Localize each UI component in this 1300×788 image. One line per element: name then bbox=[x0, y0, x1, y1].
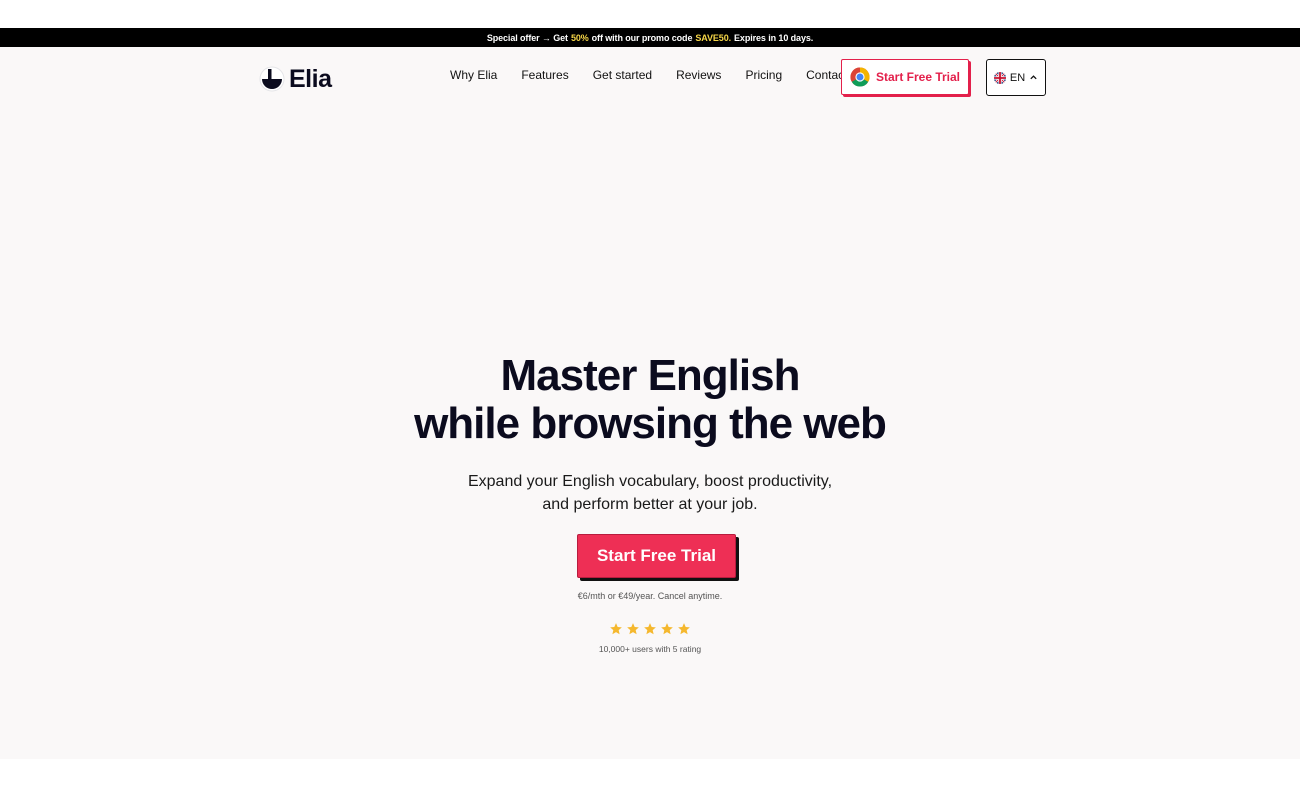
promo-code: SAVE50. bbox=[695, 32, 732, 43]
star-rating bbox=[0, 622, 1300, 636]
nav-item-features[interactable]: Features bbox=[521, 68, 568, 82]
star-icon bbox=[627, 623, 639, 635]
hero-title-line-1: Master English bbox=[500, 351, 801, 400]
promo-suffix: Expires in 10 days. bbox=[734, 32, 814, 43]
hero-subtitle: Expand your English vocabulary, boost pr… bbox=[0, 470, 1300, 516]
promo-discount: 50% bbox=[570, 32, 589, 43]
star-icon bbox=[644, 623, 656, 635]
page: Elia Why Elia Features Get started Revie… bbox=[0, 47, 1300, 759]
promo-prefix: Special offer → Get bbox=[486, 32, 568, 43]
price-note: €6/mth or €49/year. Cancel anytime. bbox=[577, 591, 723, 601]
hero-subtitle-line-2: and perform better at your job. bbox=[542, 496, 758, 513]
star-icon bbox=[610, 623, 622, 635]
nav-item-pricing[interactable]: Pricing bbox=[745, 68, 782, 82]
brand-name: Elia bbox=[289, 64, 332, 93]
hero-title-line-2: while browsing the web bbox=[414, 399, 887, 448]
chrome-icon bbox=[850, 67, 870, 87]
nav-item-reviews[interactable]: Reviews bbox=[676, 68, 721, 82]
uk-flag-icon bbox=[993, 71, 1006, 84]
nav-start-trial-button[interactable]: Start Free Trial bbox=[841, 59, 969, 95]
star-icon bbox=[678, 623, 690, 635]
rating-note: 10,000+ users with 5 rating bbox=[598, 644, 702, 654]
logo-icon bbox=[259, 66, 285, 92]
hero-title: Master English while browsing the web bbox=[0, 352, 1300, 448]
language-code: EN bbox=[1009, 71, 1026, 84]
hero-subtitle-line-1: Expand your English vocabulary, boost pr… bbox=[467, 473, 833, 490]
main-nav: Why Elia Features Get started Reviews Pr… bbox=[450, 68, 847, 82]
nav-item-get-started[interactable]: Get started bbox=[593, 68, 652, 82]
promo-banner: Special offer → Get 50% off with our pro… bbox=[0, 28, 1300, 47]
chevron-up-icon bbox=[1030, 75, 1037, 80]
language-selector[interactable]: EN bbox=[986, 59, 1046, 96]
nav-item-why-elia[interactable]: Why Elia bbox=[450, 68, 497, 82]
hero-start-trial-button[interactable]: Start Free Trial bbox=[577, 534, 736, 578]
promo-middle: off with our promo code bbox=[591, 32, 693, 43]
nav-cta-label: Start Free Trial bbox=[875, 70, 961, 84]
star-icon bbox=[661, 623, 673, 635]
logo[interactable]: Elia bbox=[259, 64, 332, 93]
